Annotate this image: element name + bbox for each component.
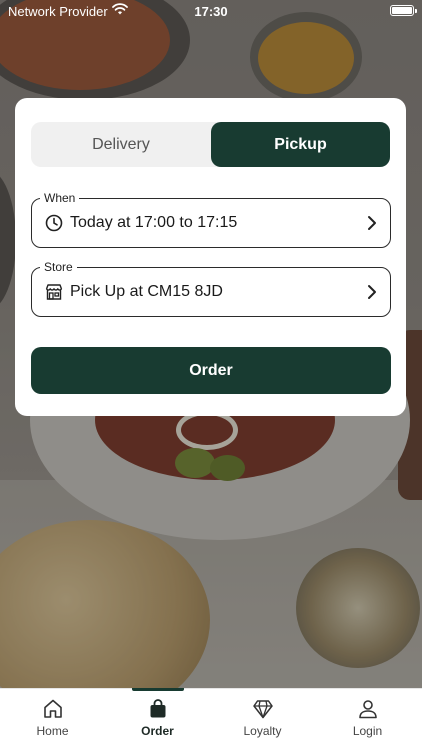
store-field-label: Store — [40, 259, 77, 275]
tab-login[interactable]: Login — [315, 689, 420, 750]
when-field[interactable]: When Today at 17:00 to 17:15 — [31, 190, 391, 248]
tab-home[interactable]: Home — [0, 689, 105, 750]
tab-loyalty[interactable]: Loyalty — [210, 689, 315, 750]
battery-icon — [390, 5, 417, 16]
store-field[interactable]: Store Pick Up at CM15 8JD — [31, 259, 391, 317]
tab-home-label: Home — [36, 724, 69, 738]
pickup-option[interactable]: Pickup — [211, 122, 390, 167]
tab-order[interactable]: Order — [105, 688, 210, 750]
diamond-icon — [252, 700, 273, 719]
tab-login-label: Login — [352, 724, 383, 738]
active-tab-indicator — [132, 688, 184, 691]
when-field-label: When — [40, 190, 80, 206]
chevron-right-icon — [368, 285, 376, 299]
tab-order-label: Order — [141, 724, 174, 738]
shopping-bag-icon — [150, 699, 165, 718]
delivery-option[interactable]: Delivery — [31, 122, 211, 167]
tab-loyalty-label: Loyalty — [243, 724, 282, 738]
chevron-right-icon — [368, 216, 376, 230]
home-icon — [43, 699, 62, 718]
order-options-card: Delivery Pickup When Today at 17:00 to 1… — [15, 98, 406, 416]
user-icon — [358, 700, 377, 719]
store-icon — [45, 284, 63, 300]
status-time: 17:30 — [194, 4, 228, 19]
store-value: Pick Up at CM15 8JD — [70, 283, 223, 300]
clock-icon — [45, 214, 63, 232]
order-button[interactable]: Order — [31, 347, 391, 394]
bottom-tab-bar: Home Order Loyalty Login — [0, 688, 422, 750]
when-value: Today at 17:00 to 17:15 — [70, 214, 238, 231]
fulfillment-toggle: Delivery Pickup — [31, 122, 390, 167]
status-bar: Network Provider 17:30 — [0, 0, 422, 22]
